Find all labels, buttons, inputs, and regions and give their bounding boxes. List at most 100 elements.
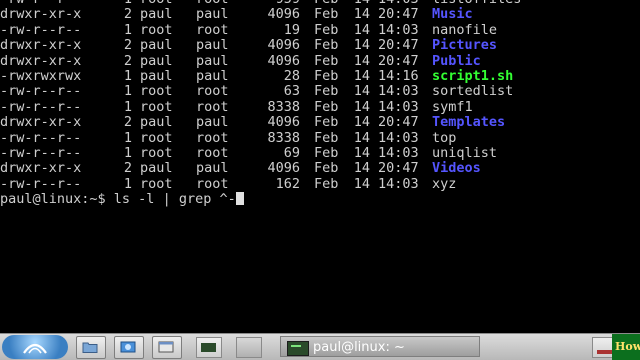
- network-button[interactable]: [114, 336, 144, 359]
- listing-time: 14:03: [378, 175, 419, 192]
- listing-day: 14: [353, 129, 370, 146]
- typed-command[interactable]: ls -l | grep ^-: [114, 191, 236, 207]
- show-desktop-button[interactable]: [152, 336, 182, 359]
- listing-owner: root: [140, 129, 173, 146]
- listing-mon: Feb: [314, 37, 339, 54]
- terminal-line: -rw-r--r-- 1 root root 8338 Feb 14 14:03 symf1: [0, 98, 640, 115]
- terminal-launcher-button[interactable]: [196, 337, 222, 358]
- taskbar-terminal-window[interactable]: paul@linux: ~: [280, 336, 480, 357]
- listing-mon: Feb: [314, 52, 339, 69]
- terminal-output[interactable]: -rw-r--r--1rootroot959Feb1414:03listoffi…: [0, 0, 640, 207]
- listing-group: root: [196, 83, 229, 100]
- listing-group: root: [196, 144, 229, 161]
- file-manager-button[interactable]: [76, 336, 106, 359]
- listing-size: 28: [283, 67, 300, 84]
- listing-day: 14: [353, 98, 370, 115]
- battery-icon: [597, 350, 612, 354]
- listing-time: 14:16: [378, 67, 419, 84]
- listing-perm: -rw-r--r--: [0, 175, 82, 192]
- listing-name: Templates: [432, 114, 506, 131]
- listing-size: 4096: [267, 52, 300, 69]
- prompt-line[interactable]: paul@linux:~$ ls -l | grep ^-: [0, 191, 640, 208]
- listing-owner: root: [140, 21, 173, 38]
- listing-owner: paul: [140, 52, 173, 69]
- listing-owner: paul: [140, 67, 173, 84]
- taskbar: paul@linux: ~ How: [0, 333, 640, 360]
- listing-name: nanofile: [432, 21, 498, 38]
- listing-day: 14: [353, 114, 370, 131]
- listing-mon: Feb: [314, 114, 339, 131]
- listing-links: 1: [123, 129, 132, 146]
- listing-size: 4096: [267, 37, 300, 54]
- listing-name: script1.sh: [432, 67, 514, 84]
- listing-links: 2: [123, 37, 132, 54]
- listing-perm: drwxr-xr-x: [0, 37, 82, 54]
- listing-links: 1: [123, 83, 132, 100]
- listing-day: 14: [353, 6, 370, 23]
- listing-group: paul: [196, 67, 229, 84]
- listing-owner: root: [140, 98, 173, 115]
- listing-mon: Feb: [314, 67, 339, 84]
- terminal-line: drwxr-xr-x 2 paul paul 4096 Feb 14 20:47 Picture…: [0, 37, 640, 54]
- chameleon-logo-icon: [23, 343, 47, 354]
- listing-name: Public: [432, 52, 481, 69]
- shell-prompt: paul@linux:~$: [0, 191, 114, 208]
- desktop-screen: -rw-r--r--1rootroot959Feb1414:03listoffi…: [0, 0, 640, 360]
- listing-time: 14:03: [378, 83, 419, 100]
- folder-icon: [82, 342, 98, 353]
- listing-day: 14: [353, 83, 370, 100]
- listing-perm: -rw-r--r--: [0, 98, 82, 115]
- listing-mon: Feb: [314, 98, 339, 115]
- listing-time: 14:03: [378, 129, 419, 146]
- listing-size: 63: [283, 83, 300, 100]
- listing-mon: Feb: [314, 160, 339, 177]
- terminal-line: -rw-r--r-- 1 root root 8338 Feb 14 14:03 top: [0, 129, 640, 146]
- listing-owner: paul: [140, 37, 173, 54]
- listing-name: symf1: [432, 98, 473, 115]
- terminal-line: -rw-r--r-- 1 root root 162 Feb 14 14:03 xyz: [0, 175, 640, 192]
- listing-group: paul: [196, 37, 229, 54]
- listing-day: 14: [353, 160, 370, 177]
- desktop-icon: [158, 341, 174, 353]
- start-menu-button[interactable]: [2, 335, 68, 359]
- listing-perm: drwxr-xr-x: [0, 114, 82, 131]
- listing-time: 20:47: [378, 52, 419, 69]
- listing-size: 4096: [267, 160, 300, 177]
- listing-name: top: [432, 129, 457, 146]
- listing-owner: root: [140, 175, 173, 192]
- listing-group: root: [196, 98, 229, 115]
- listing-group: paul: [196, 114, 229, 131]
- listing-links: 1: [123, 144, 132, 161]
- listing-size: 19: [283, 21, 300, 38]
- listing-owner: root: [140, 83, 173, 100]
- listing-size: 4096: [267, 114, 300, 131]
- listing-perm: -rwxrwxrwx: [0, 67, 82, 84]
- listing-time: 20:47: [378, 160, 419, 177]
- listing-links: 2: [123, 114, 132, 131]
- listing-day: 14: [353, 144, 370, 161]
- listing-mon: Feb: [314, 129, 339, 146]
- blank-launcher-button[interactable]: [236, 337, 262, 358]
- listing-group: paul: [196, 160, 229, 177]
- listing-day: 14: [353, 175, 370, 192]
- listing-perm: -rw-r--r--: [0, 21, 82, 38]
- terminal-line: -rw-r--r-- 1 root root 69 Feb 14 14:03 uniqlist: [0, 144, 640, 161]
- listing-links: 1: [123, 67, 132, 84]
- listing-name: xyz: [432, 175, 457, 192]
- terminal-line: drwxr-xr-x 2 paul paul 4096 Feb 14 20:47 Music: [0, 6, 640, 23]
- terminal-line: -rwxrwxrwx 1 paul paul 28 Feb 14 14:16 script1.s…: [0, 67, 640, 84]
- listing-time: 20:47: [378, 6, 419, 23]
- listing-owner: paul: [140, 6, 173, 23]
- listing-group: paul: [196, 52, 229, 69]
- listing-mon: Feb: [314, 6, 339, 23]
- listing-mon: Feb: [314, 144, 339, 161]
- listing-size: 8338: [267, 98, 300, 115]
- listing-time: 14:03: [378, 98, 419, 115]
- network-icon: [120, 341, 136, 353]
- listing-size: 8338: [267, 129, 300, 146]
- listing-mon: Feb: [314, 83, 339, 100]
- terminal-line: drwxr-xr-x 2 paul paul 4096 Feb 14 20:47 Public: [0, 52, 640, 69]
- listing-name: Pictures: [432, 37, 498, 54]
- listing-perm: -rw-r--r--: [0, 144, 82, 161]
- terminal-line: drwxr-xr-x 2 paul paul 4096 Feb 14 20:47 Videos: [0, 160, 640, 177]
